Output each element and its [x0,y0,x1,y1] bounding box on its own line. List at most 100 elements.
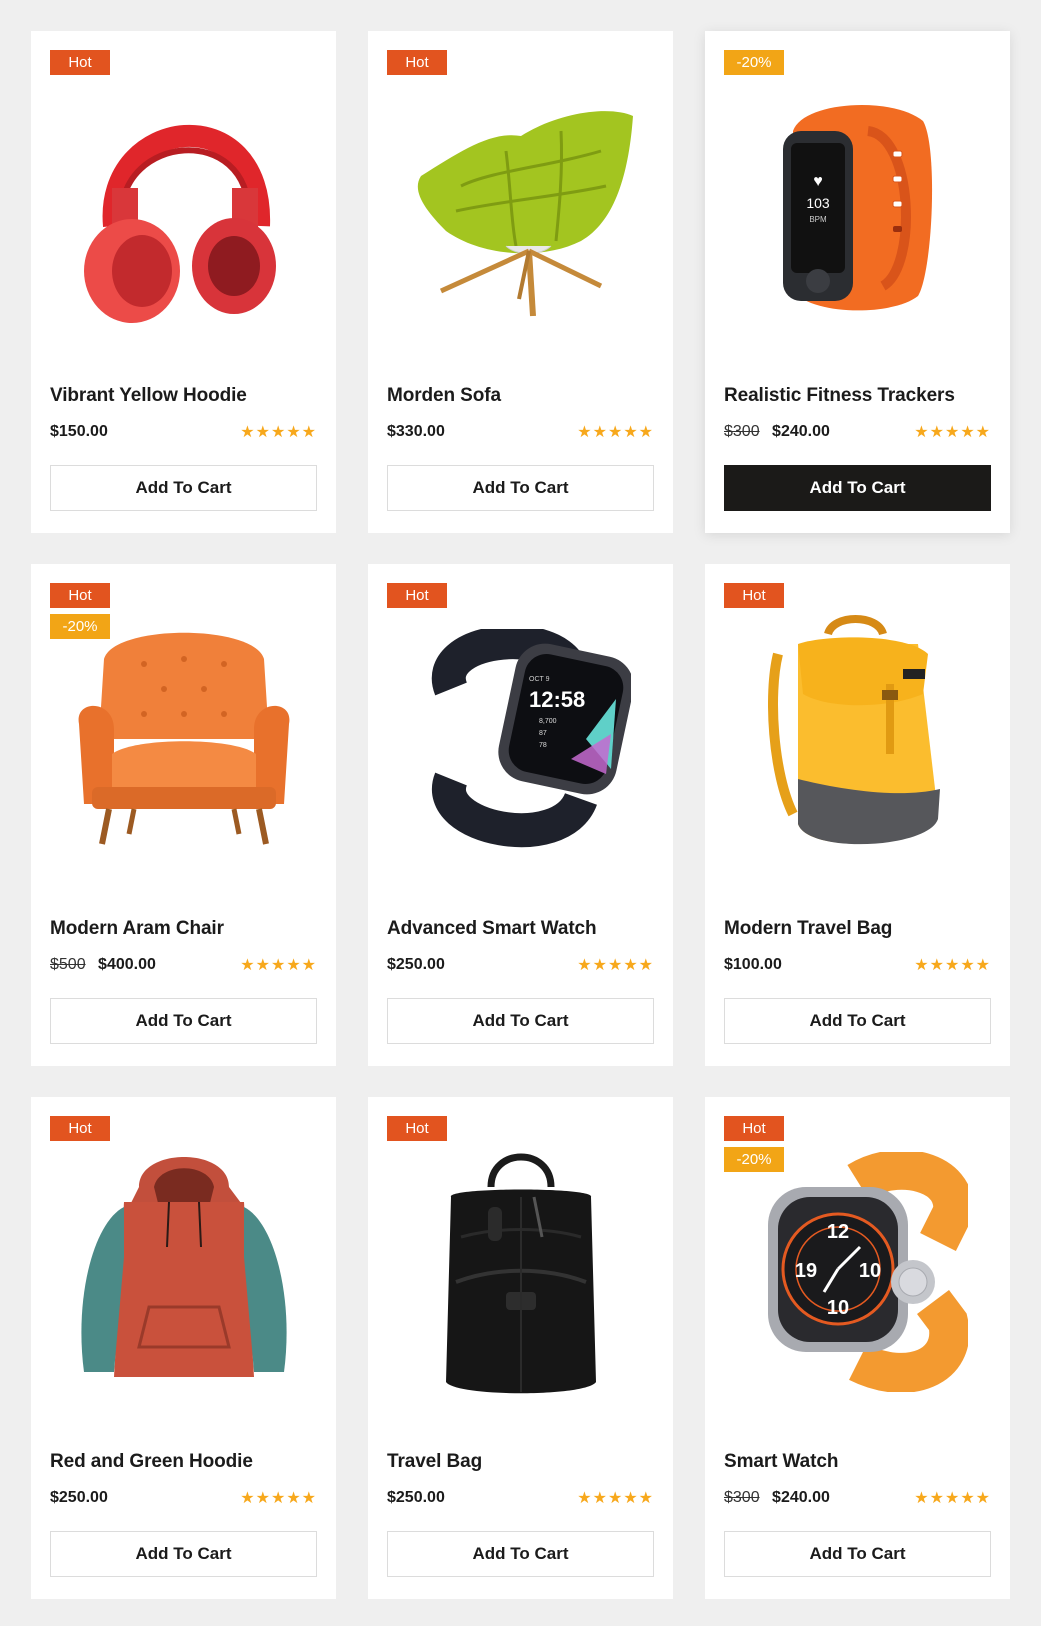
rating-stars: ★★★★★ [240,957,317,974]
black-bag-image[interactable] [387,1116,654,1428]
product-card[interactable]: Hot Travel Bag $250.00 ★★★★★ Add To Cart [368,1097,673,1599]
add-to-cart-button[interactable]: Add To Cart [50,1531,317,1577]
price-group: $250.00 [50,1489,108,1507]
add-to-cart-button[interactable]: Add To Cart [387,1531,654,1577]
price-group: $300 $240.00 [724,1489,830,1507]
add-to-cart-button[interactable]: Add To Cart [387,998,654,1044]
add-to-cart-button[interactable]: Add To Cart [387,465,654,511]
watch-date: OCT 9 [529,676,550,683]
price-row: $150.00 ★★★★★ [50,421,317,443]
discount-badge: -20% [50,614,110,639]
hot-badge: Hot [50,50,110,75]
badge-group: Hot [50,1116,110,1141]
add-to-cart-button[interactable]: Add To Cart [724,998,991,1044]
product-card[interactable]: Hot Modern Travel Bag $100.00 ★★★★★ Add … [705,564,1010,1066]
product-card[interactable]: Hot Vibrant Yellow Hoodie $150.00 ★★★★★ … [31,31,336,533]
watch-face-left: 19 [794,1260,816,1282]
old-price: $300 [724,423,760,440]
badge-group: Hot [387,50,447,75]
watch-face-right: 10 [858,1260,880,1282]
product-card[interactable]: Hot OCT 9 12:58 8,700 87 78 Advanced Sma… [368,564,673,1066]
badge-group: Hot -20% [724,1116,784,1172]
watch-time: 12:58 [529,687,585,712]
product-card[interactable]: -20% ♥ 103 BPM Realistic Fitness Tracker… [705,31,1010,533]
add-to-cart-button[interactable]: Add To Cart [50,998,317,1044]
price-row: $100.00 ★★★★★ [724,954,991,976]
badge-group: Hot [50,50,110,75]
price: $250.00 [50,1489,108,1506]
badge-group: Hot [387,1116,447,1141]
badge-group: Hot [387,583,447,608]
price-row: $300 $240.00 ★★★★★ [724,421,991,443]
product-title[interactable]: Vibrant Yellow Hoodie [50,385,317,407]
product-card[interactable]: Hot -20% Modern Aram Chair $500 $400.00 … [31,564,336,1066]
price: $250.00 [387,956,445,973]
product-grid: Hot Vibrant Yellow Hoodie $150.00 ★★★★★ … [31,31,1011,1599]
price-group: $250.00 [387,956,445,974]
badge-group: Hot [724,583,784,608]
price: $150.00 [50,423,108,440]
hot-badge: Hot [724,1116,784,1141]
svg-text:♥: ♥ [813,173,823,190]
hot-badge: Hot [387,1116,447,1141]
product-title[interactable]: Modern Travel Bag [724,918,991,940]
product-title[interactable]: Smart Watch [724,1451,991,1473]
price-group: $500 $400.00 [50,956,156,974]
discount-badge: -20% [724,1147,784,1172]
rating-stars: ★★★★★ [240,424,317,441]
product-title[interactable]: Morden Sofa [387,385,654,407]
price-group: $150.00 [50,423,108,441]
rating-stars: ★★★★★ [914,957,991,974]
tracker-unit: BPM [809,215,827,224]
badge-group: Hot -20% [50,583,110,639]
price-group: $100.00 [724,956,782,974]
product-title[interactable]: Advanced Smart Watch [387,918,654,940]
price-row: $250.00 ★★★★★ [387,954,654,976]
discount-badge: -20% [724,50,784,75]
product-title[interactable]: Realistic Fitness Trackers [724,385,991,407]
price: $250.00 [387,1489,445,1506]
price-group: $300 $240.00 [724,423,830,441]
product-card[interactable]: Hot -20% 12 19 10 10 Smart Watch $300 $2… [705,1097,1010,1599]
fitness-tracker-image[interactable]: ♥ 103 BPM [724,50,991,362]
hot-badge: Hot [387,583,447,608]
price: $100.00 [724,956,782,973]
watch-steps: 8,700 [539,718,557,725]
tracker-value: 103 [806,195,830,211]
old-price: $500 [50,956,86,973]
rating-stars: ★★★★★ [914,424,991,441]
price-row: $250.00 ★★★★★ [50,1487,317,1509]
product-title[interactable]: Travel Bag [387,1451,654,1473]
add-to-cart-button[interactable]: Add To Cart [724,1531,991,1577]
hot-badge: Hot [724,583,784,608]
price-row: $300 $240.00 ★★★★★ [724,1487,991,1509]
price: $330.00 [387,423,445,440]
smart-watch-image[interactable]: OCT 9 12:58 8,700 87 78 [387,583,654,895]
price-row: $330.00 ★★★★★ [387,421,654,443]
hot-badge: Hot [387,50,447,75]
watch-line3: 78 [539,742,547,749]
product-title[interactable]: Modern Aram Chair [50,918,317,940]
product-title[interactable]: Red and Green Hoodie [50,1451,317,1473]
backpack-image[interactable] [724,583,991,895]
rating-stars: ★★★★★ [240,1490,317,1507]
rating-stars: ★★★★★ [914,1490,991,1507]
price: $240.00 [772,423,830,440]
price-row: $500 $400.00 ★★★★★ [50,954,317,976]
add-to-cart-button[interactable]: Add To Cart [50,465,317,511]
price-group: $250.00 [387,1489,445,1507]
watch-face-bottom: 10 [826,1297,848,1319]
price: $240.00 [772,1489,830,1506]
rating-stars: ★★★★★ [577,957,654,974]
product-card[interactable]: Hot Morden Sofa $330.00 ★★★★★ Add To Car… [368,31,673,533]
hot-badge: Hot [50,1116,110,1141]
old-price: $300 [724,1489,760,1506]
watch-line2: 87 [539,730,547,737]
add-to-cart-button[interactable]: Add To Cart [724,465,991,511]
watch-face-top: 12 [826,1221,848,1243]
headphones-image[interactable] [50,50,317,362]
hot-badge: Hot [50,583,110,608]
lounge-chair-image[interactable] [387,50,654,362]
product-card[interactable]: Hot Red and Green Hoodie $250.00 ★★★★★ A… [31,1097,336,1599]
hoodie-image[interactable] [50,1116,317,1428]
